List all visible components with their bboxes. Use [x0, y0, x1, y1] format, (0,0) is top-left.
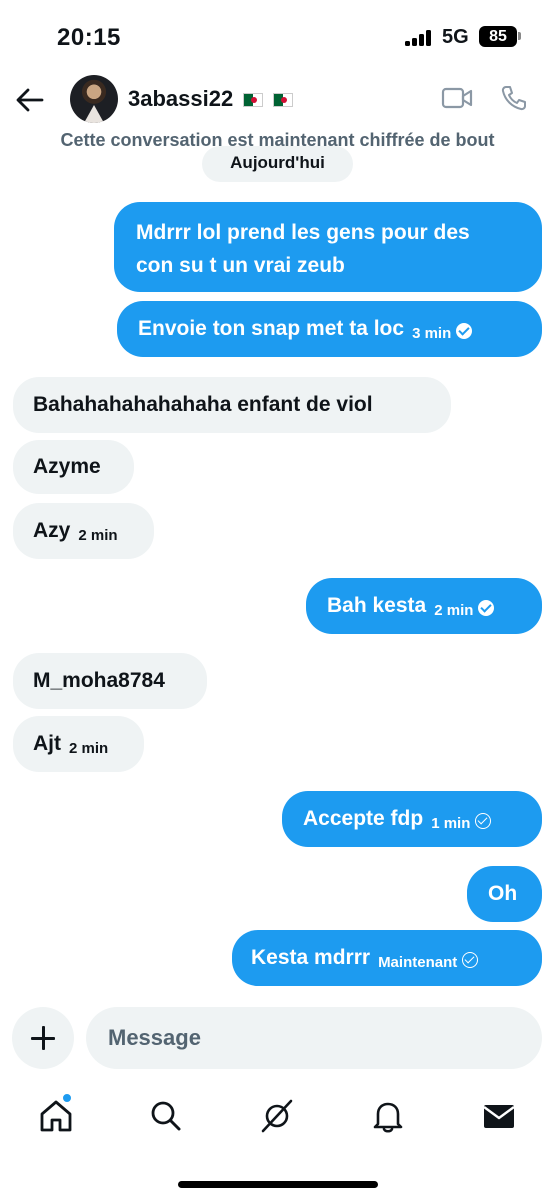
- phone-icon[interactable]: [500, 84, 528, 112]
- message-timestamp: Maintenant: [378, 954, 458, 971]
- avatar[interactable]: [70, 75, 118, 123]
- message-timestamp: 2 min: [78, 527, 118, 544]
- network-type: 5G: [442, 26, 469, 48]
- sent-check-icon: [475, 813, 492, 829]
- notifications-bell-icon[interactable]: [370, 1098, 406, 1134]
- battery-tip: [518, 32, 521, 40]
- battery-icon: 85: [479, 26, 517, 47]
- message-text: Bahahahahahahaha enfant de viol: [33, 393, 373, 416]
- read-check-icon: [478, 600, 495, 616]
- message-bubble-outgoing[interactable]: Mdrrr lol prend les gens pour des con su…: [114, 202, 542, 292]
- message-text: Accepte fdp: [303, 807, 424, 830]
- message-text: Azy: [33, 519, 71, 542]
- message-bubble-outgoing[interactable]: Kesta mdrrr Maintenant: [232, 930, 542, 986]
- home-indicator[interactable]: [178, 1181, 378, 1188]
- message-bubble-incoming[interactable]: Ajt 2 min: [13, 716, 144, 772]
- plus-icon[interactable]: [12, 1007, 74, 1069]
- message-bubble-outgoing[interactable]: Accepte fdp 1 min: [282, 791, 542, 847]
- video-camera-icon[interactable]: [441, 86, 473, 110]
- message-text: Kesta mdrrr: [251, 946, 371, 969]
- message-text: Envoie ton snap met ta loc: [138, 317, 405, 340]
- message-bubble-outgoing[interactable]: Bah kesta 2 min: [306, 578, 542, 634]
- message-bubble-outgoing[interactable]: Envoie ton snap met ta loc 3 min: [117, 301, 542, 357]
- contact-name[interactable]: 3abassi22: [128, 86, 294, 112]
- message-text: Ajt: [33, 732, 61, 755]
- message-timestamp: 3 min: [412, 325, 452, 342]
- message-text: Bah kesta: [327, 594, 427, 617]
- read-check-icon: [456, 323, 473, 339]
- message-bubble-incoming[interactable]: Azyme: [13, 440, 134, 494]
- cellular-signal-icon: [405, 30, 433, 46]
- message-text: Mdrrr lol prend les gens pour des: [136, 221, 470, 244]
- status-time: 20:15: [57, 24, 121, 51]
- search-icon[interactable]: [148, 1098, 184, 1134]
- home-icon[interactable]: [38, 1098, 74, 1134]
- date-separator: Aujourd'hui: [202, 146, 353, 182]
- message-text: con su t un vrai zeub: [136, 254, 345, 277]
- message-bubble-incoming[interactable]: M_moha8784: [13, 653, 207, 709]
- message-timestamp: 1 min: [431, 815, 471, 832]
- message-bubble-incoming[interactable]: Bahahahahahahaha enfant de viol: [13, 377, 451, 433]
- grok-icon[interactable]: [259, 1098, 295, 1134]
- message-bubble-incoming[interactable]: Azy 2 min: [13, 503, 154, 559]
- message-timestamp: 2 min: [434, 602, 474, 619]
- message-text: M_moha8784: [33, 669, 165, 692]
- message-text: Oh: [488, 882, 518, 905]
- sent-check-icon: [462, 952, 479, 968]
- contact-name-text: 3abassi22: [128, 86, 234, 111]
- message-bubble-outgoing[interactable]: Oh: [467, 866, 542, 922]
- conversation-header: 3abassi22 Cette conversation est mainten…: [0, 72, 555, 182]
- algeria-flag-icon: [273, 93, 294, 107]
- message-timestamp: 2 min: [69, 740, 109, 757]
- unread-dot: [62, 1093, 72, 1103]
- status-bar: 20:15 5G 85: [0, 0, 555, 72]
- messages-envelope-icon[interactable]: [481, 1098, 517, 1134]
- message-text: Azyme: [33, 455, 101, 478]
- arrow-left-icon[interactable]: [14, 84, 46, 116]
- message-input[interactable]: [86, 1007, 542, 1069]
- algeria-flag-icon: [243, 93, 264, 107]
